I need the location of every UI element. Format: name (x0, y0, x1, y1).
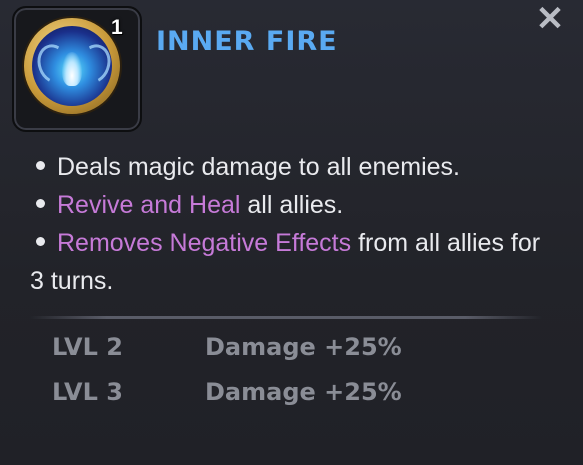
inner-fire-icon (32, 26, 112, 106)
ability-icon-ring (24, 18, 120, 114)
close-icon[interactable]: ✕ (530, 2, 570, 36)
highlight-text: Removes Negative Effects (57, 229, 352, 257)
level-label: LVL 2 (52, 333, 123, 361)
highlight-text: Revive and Heal (57, 191, 241, 219)
level-effect: Damage +25% (205, 378, 402, 406)
divider (30, 316, 542, 319)
level-effect: Damage +25% (205, 333, 402, 361)
bullet-icon (36, 199, 45, 209)
bullet-icon (36, 237, 45, 247)
ability-title: INNER FIRE (156, 26, 338, 57)
ability-tooltip-panel: 1 INNER FIRE ✕ Deals magic damage to all… (0, 0, 583, 465)
bullet-icon (36, 161, 45, 171)
description-line: Revive and Heal all allies. (30, 186, 560, 224)
description-line: Removes Negative Effects from all allies… (30, 224, 560, 262)
ability-description: Deals magic damage to all enemies. Reviv… (30, 148, 560, 300)
level-label: LVL 3 (52, 378, 123, 406)
description-line: 3 turns. (30, 267, 114, 295)
ability-rank-badge: 1 (111, 16, 123, 39)
description-line: Deals magic damage to all enemies. (30, 148, 560, 186)
